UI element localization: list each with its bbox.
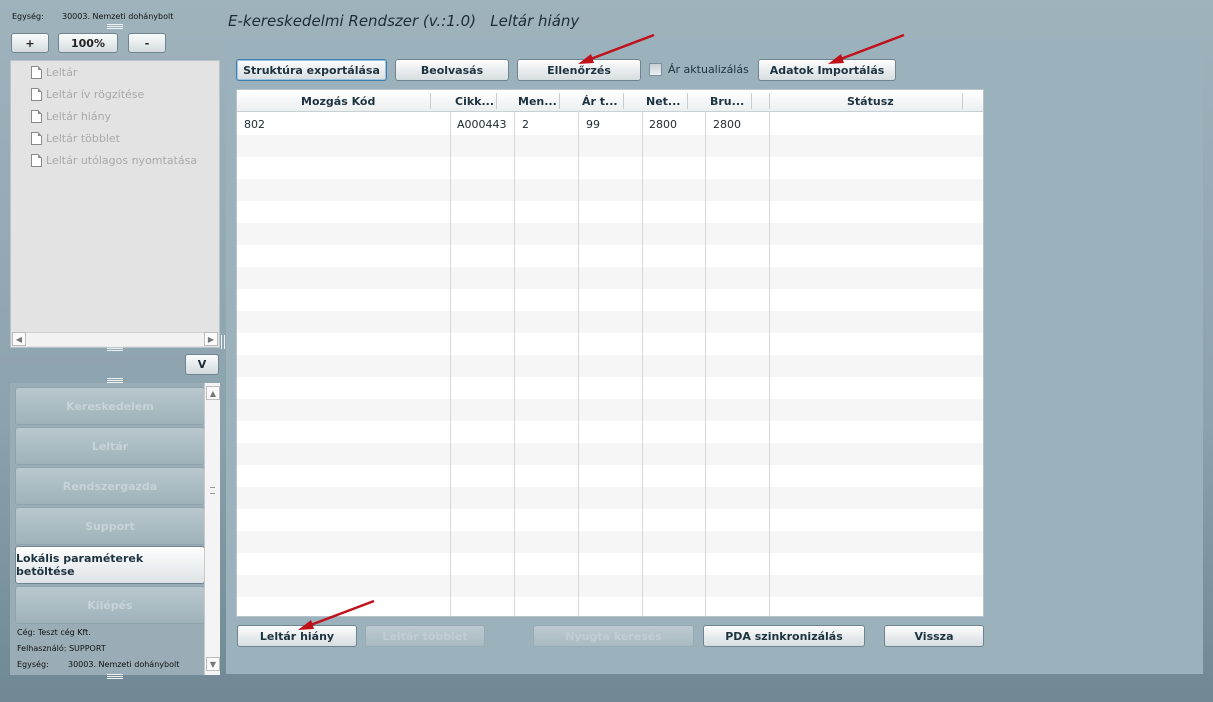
tree-item-leltar-iv[interactable]: Leltár ív rögzítése bbox=[31, 85, 144, 103]
column-header-statusz[interactable]: Státusz bbox=[847, 90, 894, 112]
price-update-label: Ár aktualizálás bbox=[668, 63, 749, 76]
page-title: Leltár hiány bbox=[490, 12, 580, 30]
collapse-button[interactable]: V bbox=[185, 354, 219, 375]
menu-kilepes-button[interactable]: Kilépés bbox=[15, 586, 205, 624]
column-header-mozgas-kod[interactable]: Mozgás Kód bbox=[301, 90, 375, 112]
document-icon bbox=[31, 153, 42, 167]
tree-item-label: Leltár utólagos nyomtatása bbox=[46, 153, 198, 167]
table-header: Mozgás Kód Cikk... Men... Ár t... Net...… bbox=[237, 90, 983, 112]
cell-cikk: A000443 bbox=[457, 117, 507, 131]
scroll-down-icon[interactable]: ▼ bbox=[206, 657, 220, 671]
footer-unit-label: Egység: bbox=[17, 660, 49, 669]
tree-item-label: Leltár hiány bbox=[46, 109, 112, 123]
read-button[interactable]: Beolvasás bbox=[395, 59, 509, 81]
user-info: Felhasználó: SUPPORT bbox=[17, 644, 106, 653]
menu-kereskedelem-button[interactable]: Kereskedelem bbox=[15, 387, 205, 425]
scroll-thumb-grip[interactable] bbox=[210, 487, 215, 494]
column-header-mennyiseg[interactable]: Men... bbox=[518, 90, 557, 112]
tree-item-leltar[interactable]: Leltár bbox=[31, 63, 77, 81]
menu-rendszergazda-button[interactable]: Rendszergazda bbox=[15, 467, 205, 505]
tree-item-leltar-hiany[interactable]: Leltár hiány bbox=[31, 107, 111, 125]
document-icon bbox=[31, 87, 42, 101]
menu-leltar-button[interactable]: Leltár bbox=[15, 427, 205, 465]
splitter-grip[interactable] bbox=[107, 24, 123, 29]
column-header-brutto[interactable]: Bru... bbox=[710, 90, 744, 112]
cell-mozgas-kod: 802 bbox=[244, 117, 265, 131]
app-title: E-kereskedelmi Rendszer (v.:1.0) Leltár … bbox=[228, 12, 579, 30]
tree-item-label: Leltár bbox=[46, 65, 78, 79]
zoom-in-button[interactable]: + bbox=[11, 33, 49, 53]
app-name: E-kereskedelmi Rendszer (v.:1.0) bbox=[228, 12, 476, 30]
column-header-netto[interactable]: Net... bbox=[646, 90, 680, 112]
check-button[interactable]: Ellenőrzés bbox=[517, 59, 641, 81]
footer-unit-value: 30003. Nemzeti dohánybolt bbox=[68, 660, 180, 669]
splitter-grip[interactable] bbox=[107, 346, 123, 351]
document-icon bbox=[31, 65, 42, 79]
splitter-grip[interactable] bbox=[221, 335, 225, 349]
tree-item-leltar-nyomtatas[interactable]: Leltár utólagos nyomtatása bbox=[31, 151, 197, 169]
back-button[interactable]: Vissza bbox=[884, 625, 984, 647]
tree-item-label: Leltár ív rögzítése bbox=[46, 87, 145, 101]
scroll-left-icon[interactable]: ◀ bbox=[12, 332, 26, 346]
menu-vertical-scrollbar[interactable]: ▲ ▼ bbox=[204, 383, 220, 675]
tree-item-leltar-tobblet[interactable]: Leltár többlet bbox=[31, 129, 120, 147]
menu-lokalis-parameterek-button[interactable]: Lokális paraméterek betöltése bbox=[15, 546, 205, 584]
scroll-right-icon[interactable]: ▶ bbox=[204, 332, 218, 346]
pda-sync-button[interactable]: PDA szinkronizálás bbox=[703, 625, 865, 647]
column-header-ar[interactable]: Ár t... bbox=[582, 90, 618, 112]
zoom-out-button[interactable]: - bbox=[128, 33, 166, 53]
unit-label: Egység: bbox=[12, 12, 44, 21]
cell-ar: 99 bbox=[586, 117, 600, 131]
document-icon bbox=[31, 131, 42, 145]
surplus-button[interactable]: Leltár többlet bbox=[365, 625, 485, 647]
splitter-grip[interactable] bbox=[107, 674, 123, 679]
document-icon bbox=[31, 109, 42, 123]
navigation-tree: Leltár Leltár ív rögzítése Leltár hiány … bbox=[10, 60, 220, 348]
cell-brutto: 2800 bbox=[713, 117, 741, 131]
table-row[interactable]: 802 A000443 2 99 2800 2800 bbox=[237, 113, 983, 135]
unit-value: 30003. Nemzeti dohánybolt bbox=[62, 12, 174, 21]
receipt-search-button[interactable]: Nyugta keresés bbox=[533, 625, 694, 647]
column-header-cikk[interactable]: Cikk... bbox=[455, 90, 494, 112]
export-structure-button[interactable]: Struktúra exportálása bbox=[236, 59, 387, 81]
cell-netto: 2800 bbox=[649, 117, 677, 131]
scroll-up-icon[interactable]: ▲ bbox=[206, 386, 220, 400]
tree-item-label: Leltár többlet bbox=[46, 131, 120, 145]
zoom-level-button[interactable]: 100% bbox=[58, 33, 118, 53]
price-update-checkbox[interactable] bbox=[649, 63, 662, 76]
shortage-button[interactable]: Leltár hiány bbox=[237, 625, 357, 647]
menu-support-button[interactable]: Support bbox=[15, 507, 205, 545]
cell-mennyiseg: 2 bbox=[522, 117, 529, 131]
company-info: Cég: Teszt cég Kft. bbox=[17, 628, 91, 637]
tree-horizontal-scrollbar[interactable]: ◀ ▶ bbox=[12, 332, 218, 346]
import-data-button[interactable]: Adatok Importálás bbox=[758, 59, 896, 81]
data-table: Mozgás Kód Cikk... Men... Ár t... Net...… bbox=[236, 89, 984, 617]
